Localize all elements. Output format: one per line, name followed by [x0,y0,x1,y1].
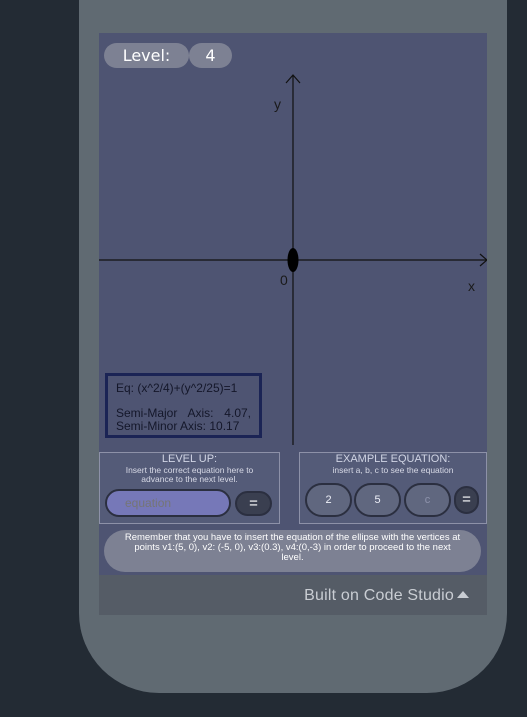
level-label: Level: [104,43,189,68]
ellipse-info-box: Eq: (x^2/4)+(y^2/25)=1 Semi-Major Axis: … [105,373,262,438]
a-input[interactable]: 2 [305,483,352,517]
equation-text: Eq: (x^2/4)+(y^2/25)=1 [116,381,238,395]
y-axis-label: y [274,96,281,112]
footer-label: Built on Code Studio [304,587,454,604]
b-input[interactable]: 5 [354,483,401,517]
axes-text: Semi-Major Axis: 4.07, Semi-Minor Axis: … [116,406,251,433]
example-subtitle: insert a, b, c to see the equation [332,465,454,475]
c-input[interactable]: c [404,483,451,517]
caret-up-icon [457,591,469,598]
level-value: 4 [189,43,232,68]
example-submit-button[interactable]: = [454,486,479,514]
example-equation-panel: EXAMPLE EQUATION: insert a, b, c to see … [299,452,487,524]
equation-input[interactable] [105,489,231,517]
reminder-message: Remember that you have to insert the equ… [104,530,481,572]
level-up-panel: LEVEL UP: Insert the correct equation he… [99,452,280,524]
x-axis-label: x [468,278,475,294]
origin-label: 0 [280,272,288,288]
level-up-subtitle: Insert the correct equation here to adva… [125,465,254,484]
code-studio-footer[interactable]: Built on Code Studio [99,575,487,615]
submit-equation-button[interactable]: = [235,491,272,516]
ellipse-shape [287,248,299,272]
